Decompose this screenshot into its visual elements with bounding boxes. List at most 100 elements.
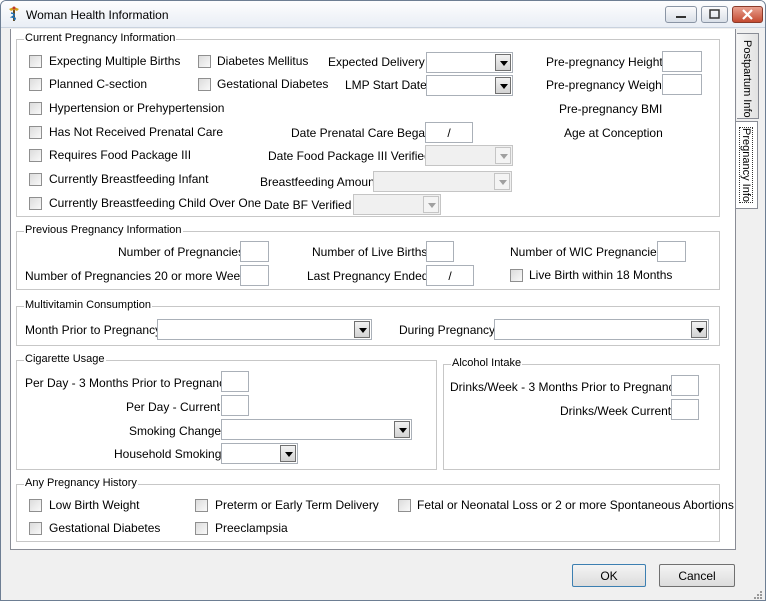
checkbox-breastfeeding-infant[interactable] (29, 173, 42, 186)
label-per-day-prior: Per Day - 3 Months Prior to Pregnancy (25, 376, 232, 390)
checkbox-label: Low Birth Weight (49, 498, 140, 512)
app-caduceus-icon (9, 6, 19, 21)
window-title: Woman Health Information (26, 8, 169, 22)
number-of-live-births-field[interactable] (426, 241, 454, 262)
close-button[interactable] (732, 6, 763, 23)
chevron-down-icon[interactable] (394, 421, 410, 438)
label-pre-pregnancy-weight: Pre-pregnancy Weight (546, 78, 666, 92)
checkbox-label: Fetal or Neonatal Loss or 2 or more Spon… (417, 498, 734, 512)
maximize-button[interactable] (701, 6, 728, 23)
number-of-wic-pregnancies-field[interactable] (657, 241, 686, 262)
chevron-down-icon[interactable] (280, 445, 296, 462)
checkbox-label: Gestational Diabetes (217, 77, 329, 91)
chevron-down-icon[interactable] (495, 54, 511, 71)
label-number-of-pregnancies: Number of Pregnancies (118, 245, 245, 259)
tab-label: Postpartum Info (741, 40, 753, 118)
chevron-down-icon[interactable] (354, 321, 370, 338)
checkbox-history-gestational-diabetes[interactable] (29, 522, 42, 535)
checkbox-hypertension[interactable] (29, 102, 42, 115)
group-any-pregnancy-history: Any Pregnancy History Low Birth Weight G… (16, 477, 734, 542)
checkbox-fetal-neonatal-loss[interactable] (398, 499, 411, 512)
breastfeeding-amount-dropdown[interactable] (373, 171, 512, 192)
checkbox-diabetes-mellitus[interactable] (198, 55, 211, 68)
label-date-prenatal-care-began: Date Prenatal Care Began (291, 126, 432, 140)
dialog-window: Woman Health Information Current Pregnan… (0, 0, 766, 601)
checkbox-label: Requires Food Package III (49, 148, 192, 162)
pre-pregnancy-height-field[interactable] (662, 51, 702, 72)
ok-button[interactable]: OK (572, 564, 646, 587)
smoking-change-dropdown[interactable] (221, 419, 412, 440)
chevron-down-icon[interactable] (691, 321, 707, 338)
checkbox-no-prenatal-care[interactable] (29, 126, 42, 139)
checkbox-label: Expecting Multiple Births (49, 54, 181, 68)
checkbox-label: Currently Breastfeeding Infant (49, 172, 209, 186)
date-prenatal-care-field[interactable]: / (425, 122, 473, 143)
tab-page-pregnancy-info: Current Pregnancy Information Expecting … (10, 29, 736, 550)
checkbox-breastfeeding-child-over-one[interactable] (29, 197, 42, 210)
group-current-pregnancy: Current Pregnancy Information Expecting … (16, 32, 720, 217)
chevron-down-icon[interactable] (494, 173, 510, 190)
close-icon (742, 9, 753, 20)
date-bf-verified-dropdown[interactable] (353, 194, 441, 215)
checkbox-low-birth-weight[interactable] (29, 499, 42, 512)
checkbox-label: Gestational Diabetes (49, 521, 161, 535)
label-drinks-week-prior: Drinks/Week - 3 Months Prior to Pregnanc… (450, 380, 681, 394)
pre-pregnancy-weight-field[interactable] (662, 74, 702, 95)
chevron-down-icon[interactable] (495, 77, 511, 94)
group-previous-pregnancy: Previous Pregnancy Information Number of… (16, 224, 720, 290)
drinks-week-current-field[interactable] (671, 399, 699, 420)
household-smoking-dropdown[interactable] (221, 443, 298, 464)
group-cigarette-usage: Cigarette Usage Per Day - 3 Months Prior… (16, 353, 437, 470)
label-number-of-live-births: Number of Live Births (312, 245, 428, 259)
group-title: Multivitamin Consumption (24, 299, 152, 311)
label-expected-delivery: Expected Delivery (328, 55, 425, 69)
checkbox-live-birth-18-months[interactable] (510, 269, 523, 282)
chevron-down-icon[interactable] (495, 147, 511, 164)
checkbox-gestational-diabetes[interactable] (198, 78, 211, 91)
checkbox-label: Preeclampsia (215, 521, 288, 535)
group-alcohol-intake: Alcohol Intake Drinks/Week - 3 Months Pr… (443, 357, 720, 470)
tab-postpartum-info[interactable]: Postpartum Info (737, 33, 759, 119)
group-title: Cigarette Usage (24, 353, 106, 365)
per-day-current-field[interactable] (221, 395, 249, 416)
month-prior-dropdown[interactable] (157, 319, 372, 340)
checkbox-planned-c-section[interactable] (29, 78, 42, 91)
during-pregnancy-dropdown[interactable] (494, 319, 709, 340)
group-multivitamin: Multivitamin Consumption Month Prior to … (16, 299, 720, 346)
label-pre-pregnancy-bmi: Pre-pregnancy BMI (559, 102, 663, 116)
label-date-food-package: Date Food Package III Verified (268, 149, 431, 163)
checkbox-food-package-iii[interactable] (29, 149, 42, 162)
number-of-pregnancies-field[interactable] (240, 241, 269, 262)
checkbox-label: Planned C-section (49, 77, 148, 91)
label-pre-pregnancy-height: Pre-pregnancy Height (546, 55, 663, 69)
cancel-button[interactable]: Cancel (659, 564, 735, 587)
label-last-pregnancy-ended: Last Pregnancy Ended (307, 269, 429, 283)
label-month-prior-to-pregnancy: Month Prior to Pregnancy (25, 323, 162, 337)
tab-label: Pregnancy Info (739, 127, 753, 203)
last-pregnancy-ended-field[interactable]: / (426, 265, 474, 286)
label-smoking-change: Smoking Change (129, 424, 222, 438)
checkbox-label: Has Not Received Prenatal Care (49, 125, 224, 139)
group-title: Current Pregnancy Information (24, 32, 177, 44)
label-per-day-current: Per Day - Current (126, 400, 221, 414)
chevron-down-icon[interactable] (423, 196, 439, 213)
lmp-start-date-dropdown[interactable] (426, 75, 513, 96)
checkbox-preeclampsia[interactable] (195, 522, 208, 535)
checkbox-preterm-delivery[interactable] (195, 499, 208, 512)
per-day-prior-field[interactable] (221, 371, 249, 392)
number-of-pregnancies-20-weeks-field[interactable] (240, 265, 269, 286)
checkbox-expecting-multiple-births[interactable] (29, 55, 42, 68)
label-number-of-wic-pregnancies: Number of WIC Pregnancies (510, 245, 663, 259)
expected-delivery-dropdown[interactable] (426, 52, 513, 73)
date-food-package-dropdown[interactable] (425, 145, 513, 166)
resize-grip-icon[interactable] (753, 590, 763, 600)
checkbox-label: Hypertension or Prehypertension (49, 101, 225, 115)
minimize-button[interactable] (665, 6, 697, 23)
drinks-week-prior-field[interactable] (671, 375, 699, 396)
label-age-at-conception: Age at Conception (564, 126, 663, 140)
group-title: Any Pregnancy History (24, 477, 138, 489)
checkbox-label: Diabetes Mellitus (217, 54, 309, 68)
tab-pregnancy-info[interactable]: Pregnancy Info (736, 121, 758, 209)
title-bar[interactable]: Woman Health Information (1, 1, 765, 28)
minimize-icon (676, 16, 686, 18)
